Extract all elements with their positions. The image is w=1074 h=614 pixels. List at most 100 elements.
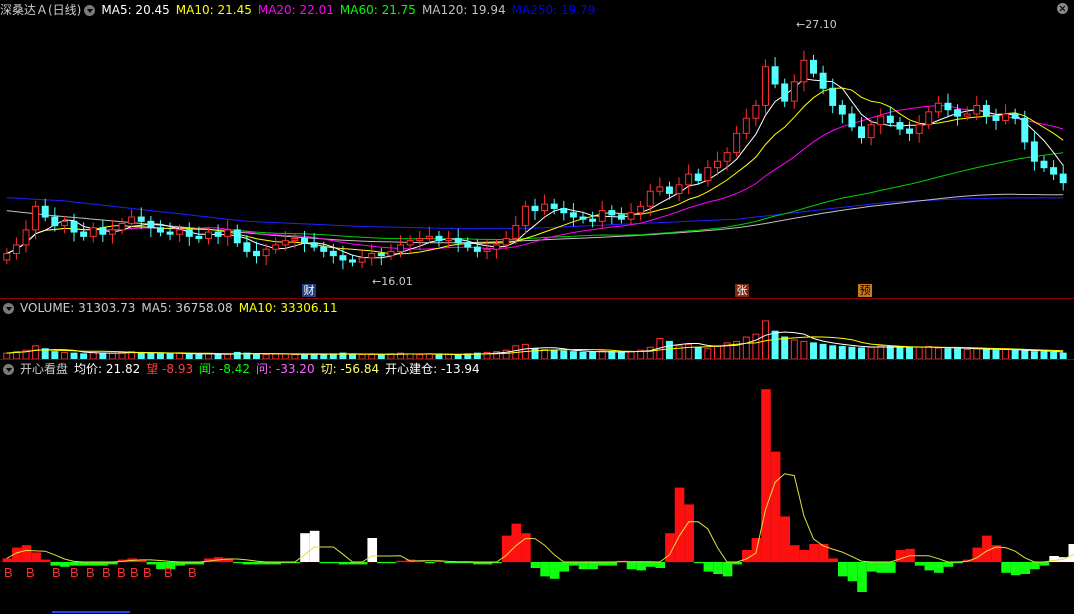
ma-label: MA60: 21.75 (339, 3, 416, 17)
volume-bar (877, 345, 885, 359)
indicator-bar (809, 544, 819, 562)
indicator-bar (789, 545, 800, 562)
candle-body (51, 216, 59, 227)
event-badge-forecast[interactable]: 预 (858, 284, 872, 297)
candle-body (762, 66, 769, 106)
candle-body (848, 113, 856, 128)
candle-body (406, 240, 414, 246)
volume-panel-menu-icon[interactable] (3, 302, 14, 314)
candle-body (742, 117, 750, 134)
indicator-bar (847, 562, 858, 582)
candle-body (60, 220, 68, 227)
indicator-bar (799, 550, 810, 562)
candle-body (550, 203, 558, 209)
candle-body (646, 190, 654, 207)
indicator-bar (924, 562, 935, 571)
ma-label: MA10: 21.45 (175, 3, 252, 17)
candle-body (896, 122, 904, 130)
candle-body (377, 253, 385, 257)
candle-body (608, 210, 616, 216)
stock-title: 深桑达Ａ(日线) (0, 3, 82, 17)
indicator-bar (607, 562, 618, 566)
event-badge-rise[interactable]: 张 (735, 284, 749, 297)
indicator-label: 问: -33.20 (256, 362, 315, 376)
buy-signal-label: B (164, 565, 173, 580)
candle-body (512, 225, 520, 239)
indicator-bar (501, 535, 512, 562)
candle-body (617, 214, 625, 220)
candle-body (752, 104, 760, 119)
volume-bar (829, 345, 837, 359)
indicator-bar (588, 562, 598, 570)
volume-bar (1040, 351, 1048, 359)
candle-body (1030, 141, 1038, 162)
indicator-bar (876, 562, 887, 573)
indicator-bar (242, 562, 253, 565)
candle-body (291, 237, 299, 242)
indicator-bar (703, 562, 714, 572)
volume-bar (973, 348, 981, 359)
ma5-line (6, 78, 1064, 259)
candle-body (214, 231, 222, 237)
candle-body (99, 227, 107, 235)
volume-chart (3, 320, 1067, 359)
candle-body (108, 229, 116, 235)
ma-label: MA120: 19.94 (421, 3, 506, 17)
volume-bar (781, 336, 789, 359)
candle-body (829, 87, 837, 106)
volume-bar (1021, 350, 1029, 359)
indicator-bar (2, 558, 13, 562)
candle-body (819, 72, 827, 89)
candle-body (569, 212, 577, 218)
candle-body (473, 246, 481, 252)
indicator-bar (645, 562, 656, 567)
buy-signal-label: B (26, 565, 35, 580)
candle-body (886, 115, 894, 124)
candle-body (464, 242, 472, 248)
volume-bar (617, 351, 625, 359)
indicator-bar (886, 562, 896, 573)
candle-body (810, 59, 817, 74)
indicator-bar (761, 389, 771, 562)
indicator-panel-menu-icon[interactable] (3, 363, 14, 375)
candle-body (934, 102, 942, 113)
buy-signal-label: B (52, 565, 61, 580)
indicator-label: 开心建仓: -13.94 (385, 362, 480, 376)
candle-body (541, 203, 549, 212)
ma10-line (6, 87, 1064, 255)
indicator-bar (1030, 562, 1040, 570)
main-panel-menu-icon[interactable] (84, 4, 96, 16)
volume-bar (867, 346, 875, 359)
candle-body (637, 205, 645, 214)
indicator-bar (396, 560, 406, 562)
volume-bar (51, 351, 59, 359)
buy-signal-label: B (188, 565, 197, 580)
candle-body (665, 186, 673, 194)
indicator-bar (713, 562, 723, 574)
indicator-bar (377, 562, 387, 564)
indicator-label: 切: -56.84 (320, 362, 380, 376)
candle-body (1050, 167, 1058, 175)
candle-body (560, 207, 568, 214)
candle-body (713, 160, 721, 169)
candle-body (118, 222, 126, 231)
volume-bar (589, 351, 597, 359)
volume-bar (89, 351, 97, 359)
candle-body (445, 237, 453, 242)
indicator-bar (175, 562, 185, 566)
volume-bar (1050, 351, 1058, 359)
indicator-bar (1010, 562, 1021, 576)
indicator-bar (838, 562, 848, 577)
candle-body (877, 115, 885, 126)
volume-bar (742, 336, 750, 359)
candle-body (963, 113, 971, 117)
indicator-bar (722, 562, 733, 577)
indicator-bar (1039, 562, 1050, 566)
volume-bar (886, 346, 894, 359)
candle-body (425, 235, 433, 239)
indicator-bar (300, 533, 310, 562)
candle-body (272, 244, 280, 250)
volume-bar (800, 340, 808, 359)
close-icon[interactable] (1057, 3, 1068, 14)
event-badge-finance[interactable]: 财 (302, 284, 316, 297)
